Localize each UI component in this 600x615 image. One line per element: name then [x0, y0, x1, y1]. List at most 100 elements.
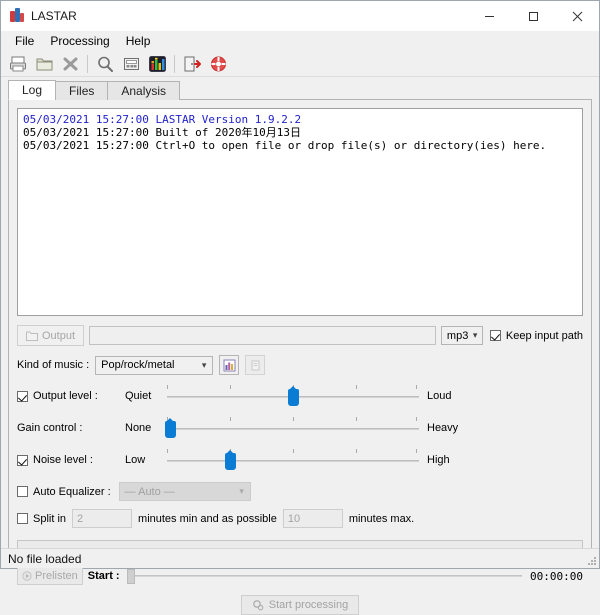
output-level-min-label: Quiet [125, 390, 167, 402]
tab-analysis[interactable]: Analysis [107, 81, 180, 100]
prelisten-button[interactable]: Prelisten [17, 567, 83, 585]
output-row: Output mp3 ▾ Keep input path [17, 325, 583, 346]
window-title: LASTAR [31, 9, 467, 23]
slider-handle[interactable] [165, 421, 176, 438]
window-buttons [467, 1, 599, 31]
split-label: Split in [33, 513, 66, 525]
output-button-label: Output [42, 330, 75, 342]
gain-control-max-label: Heavy [419, 422, 463, 434]
split-min-input[interactable]: 2 [72, 509, 132, 528]
auto-equalizer-value: — Auto — [125, 486, 234, 498]
chart-icon [223, 359, 236, 372]
output-button[interactable]: Output [17, 325, 84, 346]
menu-processing[interactable]: Processing [42, 32, 117, 50]
noise-level-min-label: Low [125, 454, 167, 466]
output-level-max-label: Loud [419, 390, 463, 402]
log-line: 05/03/2021 15:27:00 Ctrl+O to open file … [23, 139, 577, 152]
log-line: 05/03/2021 15:27:00 LASTAR Version 1.9.2… [23, 113, 577, 126]
slider-row-output-level: Output level : Quiet Loud [17, 385, 583, 407]
noise-level-checkbox[interactable]: Noise level : [17, 454, 125, 466]
toolbar-separator [87, 55, 88, 73]
toolbar-exit[interactable] [180, 52, 204, 76]
menu-help[interactable]: Help [118, 32, 159, 50]
toolbar [1, 51, 599, 77]
toolbar-help[interactable] [206, 52, 230, 76]
kind-of-music-label: Kind of music : [17, 359, 89, 371]
toolbar-separator-2 [174, 55, 175, 73]
menu-file[interactable]: File [7, 32, 42, 50]
start-processing-label: Start processing [269, 599, 348, 611]
process-row: Start processing [17, 595, 583, 615]
gears-icon [252, 599, 264, 611]
noise-level-max-label: High [419, 454, 463, 466]
auto-equalizer-row: Auto Equalizer : — Auto — ▾ [17, 482, 583, 501]
split-max-input[interactable]: 10 [283, 509, 343, 528]
status-bar: No file loaded [1, 548, 599, 568]
kind-of-music-value: Pop/rock/metal [101, 359, 196, 371]
maximize-icon[interactable] [511, 1, 555, 31]
slider-handle[interactable] [225, 453, 236, 470]
resize-grip[interactable] [586, 555, 596, 565]
toolbar-open-file[interactable] [6, 52, 30, 76]
toolbar-open-folder[interactable] [32, 52, 56, 76]
reset-icon [249, 359, 262, 372]
gain-control-label-wrap: Gain control : [17, 422, 125, 434]
clear-music-button[interactable] [245, 355, 265, 375]
tab-strip: Log Files Analysis [8, 81, 592, 100]
gain-control-slider[interactable] [167, 417, 419, 439]
keep-input-path-checkbox[interactable]: Keep input path [490, 330, 583, 342]
tab-files[interactable]: Files [55, 81, 108, 100]
position-track [135, 575, 522, 577]
checkbox-box [17, 513, 28, 524]
chevron-down-icon: ▾ [234, 486, 250, 497]
start-processing-button[interactable]: Start processing [241, 595, 359, 615]
equalizer-icon [9, 8, 25, 24]
menu-bar: File Processing Help [1, 31, 599, 51]
playback-row: Prelisten Start : 00:00:00 [17, 566, 583, 586]
output-path-input[interactable] [89, 326, 436, 345]
kind-of-music-select[interactable]: Pop/rock/metal ▾ [95, 356, 213, 375]
toolbar-tags[interactable] [119, 52, 143, 76]
prelisten-label: Prelisten [35, 570, 78, 582]
split-end-text: minutes max. [349, 513, 414, 525]
tab-panel: Log Files Analysis 05/03/2021 15:27:00 L… [8, 81, 592, 568]
analyze-music-button[interactable] [219, 355, 239, 375]
minimize-icon[interactable] [467, 1, 511, 31]
slider-ticks [167, 417, 419, 422]
play-icon [22, 571, 32, 581]
split-row: Split in 2 minutes min and as possible 1… [17, 509, 583, 528]
gain-control-label: Gain control : [17, 422, 82, 434]
noise-level-slider[interactable] [167, 449, 419, 471]
timecode: 00:00:00 [530, 570, 583, 583]
position-handle[interactable] [127, 569, 135, 584]
split-mid-text: minutes min and as possible [138, 513, 277, 525]
output-level-slider[interactable] [167, 385, 419, 407]
toolbar-close-file[interactable] [58, 52, 82, 76]
output-format-select[interactable]: mp3 ▾ [441, 326, 483, 345]
slider-row-noise-level: Noise level : Low High [17, 449, 583, 471]
gain-control-min-label: None [125, 422, 167, 434]
toolbar-equalizer[interactable] [145, 52, 169, 76]
output-level-label: Output level : [33, 390, 98, 402]
tab-log[interactable]: Log [8, 80, 56, 100]
log-output[interactable]: 05/03/2021 15:27:00 LASTAR Version 1.9.2… [17, 108, 583, 316]
checkbox-box [17, 455, 28, 466]
output-level-checkbox[interactable]: Output level : [17, 390, 125, 402]
slider-handle[interactable] [288, 389, 299, 406]
output-format-value: mp3 [447, 330, 468, 342]
chevron-down-icon: ▾ [196, 360, 212, 371]
keep-input-path-label: Keep input path [506, 330, 583, 342]
split-checkbox[interactable]: Split in [17, 513, 66, 525]
log-line: 05/03/2021 15:27:00 Built of 2020年10月13日 [23, 126, 577, 139]
tab-content-log: 05/03/2021 15:27:00 LASTAR Version 1.9.2… [8, 99, 592, 568]
chevron-down-icon: ▾ [468, 330, 482, 341]
close-icon[interactable] [555, 1, 599, 31]
checkbox-box [17, 391, 28, 402]
checkbox-box [490, 330, 501, 341]
position-slider[interactable] [127, 566, 522, 586]
auto-equalizer-checkbox[interactable]: Auto Equalizer : [17, 486, 111, 498]
start-label: Start : [88, 570, 120, 582]
auto-equalizer-select[interactable]: — Auto — ▾ [119, 482, 251, 501]
status-text: No file loaded [8, 552, 81, 566]
toolbar-search[interactable] [93, 52, 117, 76]
